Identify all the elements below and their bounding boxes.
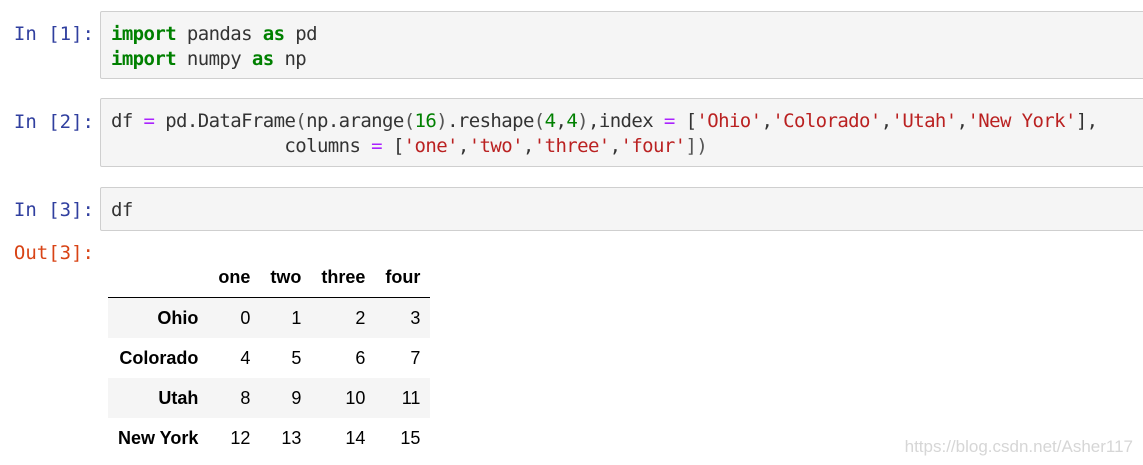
code-token: ], xyxy=(1075,110,1098,132)
column-header: two xyxy=(260,258,312,298)
code-cell-2-source[interactable]: df = pd.DataFrame(np.arange(16).reshape(… xyxy=(111,109,1098,159)
code-token: 4 xyxy=(544,110,556,132)
table-row: Colorado 4 5 6 7 xyxy=(108,338,430,378)
code-token: 'Ohio' xyxy=(696,110,762,132)
cell-2-prompt: In [2]: xyxy=(13,111,94,133)
code-token: np xyxy=(273,48,307,70)
code-token: , xyxy=(956,110,968,132)
code-token: columns xyxy=(111,135,372,157)
code-line: df xyxy=(111,198,133,223)
code-token: 16 xyxy=(414,110,437,132)
code-token: 4 xyxy=(566,110,578,132)
code-token: , xyxy=(555,110,567,132)
table-cell: 5 xyxy=(291,347,302,368)
watermark: https://blog.csdn.net/Asher117 xyxy=(904,437,1133,456)
table-cell: 6 xyxy=(355,347,366,368)
dataframe-header-row: one two three four xyxy=(108,258,431,298)
code-token: pd.DataFrame xyxy=(154,110,296,132)
code-token: [ xyxy=(381,135,404,157)
code-cell-2[interactable]: df = pd.DataFrame(np.arange(16).reshape(… xyxy=(100,98,1143,167)
table-cell: 9 xyxy=(291,387,302,408)
column-header: one xyxy=(208,258,261,298)
row-index: Utah xyxy=(158,387,199,408)
code-token: 'New York' xyxy=(967,110,1076,132)
table-cell: 3 xyxy=(410,307,421,328)
code-token: = xyxy=(371,135,382,157)
code-token: 'Colorado' xyxy=(772,110,881,132)
code-line: import numpy as np xyxy=(111,47,317,72)
table-cell: 15 xyxy=(400,427,421,448)
code-token: ,index xyxy=(588,110,664,132)
code-token: pd xyxy=(284,23,317,45)
code-token: ]) xyxy=(685,135,708,157)
row-index: Ohio xyxy=(157,307,199,328)
code-token: np.arange xyxy=(306,110,404,132)
table-cell: 14 xyxy=(345,427,366,448)
code-token: as xyxy=(251,48,274,70)
code-token: 'one' xyxy=(403,135,459,157)
table-cell: 7 xyxy=(410,347,421,368)
code-line: columns = ['one','two','three','four']) xyxy=(111,134,1098,159)
table-row: New York 12 13 14 15 xyxy=(108,418,430,458)
code-token: , xyxy=(880,110,892,132)
code-token: import xyxy=(111,48,177,70)
code-token: ( xyxy=(533,110,545,132)
code-cell-3[interactable]: df xyxy=(100,187,1143,231)
table-row: Utah 8 9 10 11 xyxy=(108,378,431,418)
table-cell: 8 xyxy=(240,387,251,408)
table-cell: 11 xyxy=(401,387,421,408)
column-header: three xyxy=(311,258,376,298)
table-cell: 1 xyxy=(291,307,302,328)
code-token: ) xyxy=(577,110,589,132)
code-token: , xyxy=(457,135,469,157)
table-cell: 10 xyxy=(345,387,366,408)
table-cell: 13 xyxy=(281,427,302,448)
code-token: df xyxy=(111,199,133,221)
code-token: ) xyxy=(436,110,448,132)
code-token: ( xyxy=(403,110,415,132)
dataframe-index-header xyxy=(108,258,209,298)
code-line: import pandas as pd xyxy=(111,22,318,47)
code-token: , xyxy=(761,110,773,132)
code-token: pandas xyxy=(176,23,263,45)
code-token: import xyxy=(111,23,177,45)
code-token: df xyxy=(111,110,144,132)
output-prompt: Out[3]: xyxy=(13,242,94,264)
code-cell-1[interactable]: import pandas as pd import numpy as np xyxy=(100,11,1143,79)
code-token: 'two' xyxy=(468,135,524,157)
code-token: as xyxy=(262,23,285,45)
table-cell: 4 xyxy=(240,347,251,368)
code-token: = xyxy=(143,110,155,132)
dataframe-output: one two three four Ohio 0 1 2 3 Colorado… xyxy=(108,258,431,458)
row-index: Colorado xyxy=(119,347,199,368)
code-token: , xyxy=(609,135,621,157)
code-token: 'three' xyxy=(533,135,610,157)
code-token: ( xyxy=(295,110,307,132)
table-cell: 12 xyxy=(230,427,251,448)
code-token: 'Utah' xyxy=(891,110,958,132)
code-token: = xyxy=(663,110,675,132)
table-cell: 2 xyxy=(355,307,366,328)
table-cell: 0 xyxy=(240,307,251,328)
cell-3-prompt: In [3]: xyxy=(13,199,94,221)
code-token: [ xyxy=(674,110,697,132)
code-token: numpy xyxy=(176,48,252,70)
row-index: New York xyxy=(118,427,199,448)
code-cell-3-source[interactable]: df xyxy=(111,198,133,223)
code-token: 'four' xyxy=(620,135,686,157)
code-token: .reshape xyxy=(447,110,534,132)
column-header: four xyxy=(375,258,431,298)
cell-1-prompt: In [1]: xyxy=(13,23,94,45)
code-line: df = pd.DataFrame(np.arange(16).reshape(… xyxy=(111,109,1098,134)
table-row: Ohio 0 1 2 3 xyxy=(108,297,431,338)
code-cell-1-source[interactable]: import pandas as pd import numpy as np xyxy=(111,22,318,72)
code-token: , xyxy=(522,135,534,157)
